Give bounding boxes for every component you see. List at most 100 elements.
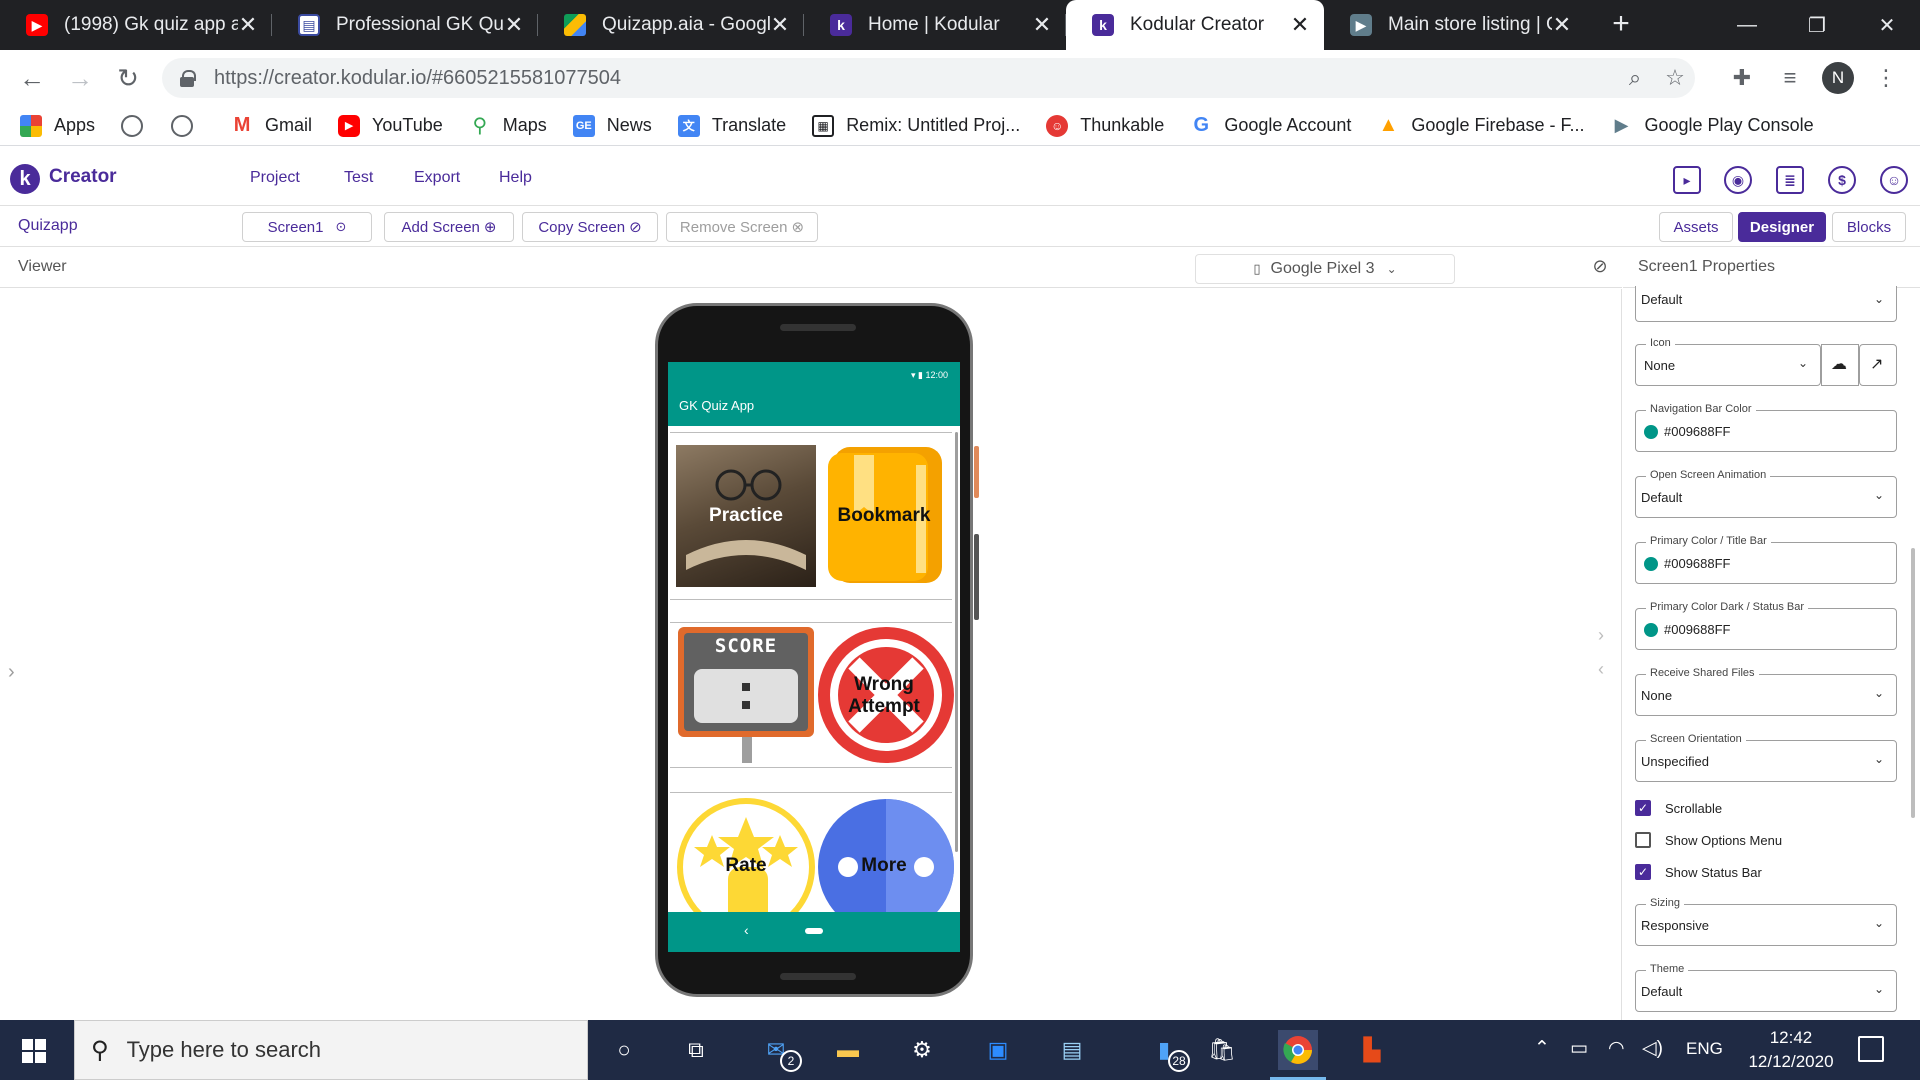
file-explorer-icon[interactable]: ▬ [828, 1030, 868, 1070]
visibility-off-icon[interactable]: ⊘ [1588, 256, 1612, 280]
theme-dropdown[interactable]: Theme Default ⌄ [1635, 963, 1897, 1012]
screen-selector[interactable]: Screen1 ⊙ [242, 212, 372, 242]
navigation-bar-color-field[interactable]: Navigation Bar Color #009688FF [1635, 403, 1897, 452]
upload-icon-button[interactable]: ☁ [1821, 344, 1859, 386]
address-bar[interactable]: https://creator.kodular.io/#660521558107… [162, 58, 1695, 98]
settings-gear-icon[interactable]: ⚙ [902, 1030, 942, 1070]
blocks-button[interactable]: Blocks [1832, 212, 1906, 242]
more-menu-icon[interactable]: ⋮ [1870, 62, 1902, 94]
minimize-button[interactable]: — [1712, 0, 1782, 50]
browser-tab-active[interactable]: k Kodular Creator ✕ [1066, 0, 1324, 50]
back-icon[interactable]: ‹ [744, 922, 749, 938]
primary-color-field[interactable]: Primary Color / Title Bar #009688FF [1635, 535, 1897, 584]
close-window-button[interactable]: ✕ [1852, 0, 1920, 50]
tray-overflow-icon[interactable]: ⌃ [1534, 1037, 1550, 1060]
battery-icon[interactable]: ▭ [1570, 1037, 1588, 1060]
chevron-left-icon[interactable]: ‹ [1598, 659, 1604, 680]
folder-icon[interactable]: ▸ [1673, 166, 1701, 194]
control-panel-icon[interactable]: ▤ [1052, 1030, 1092, 1070]
bookmark-play-console[interactable]: ▶ Google Play Console [1610, 115, 1814, 137]
wifi-icon[interactable]: ◠ [1608, 1037, 1625, 1060]
menu-project[interactable]: Project [250, 169, 300, 187]
show-status-bar-checkbox[interactable]: ✓ Show Status Bar [1635, 864, 1762, 880]
zoom-icon[interactable]: ⌕ [1615, 65, 1655, 91]
bookmark-translate[interactable]: 文 Translate [677, 114, 786, 137]
taskbar-clock[interactable]: 12:42 12/12/2020 [1736, 1026, 1846, 1074]
wrong-attempt-button[interactable]: Wrong Attempt [814, 625, 954, 767]
show-options-menu-checkbox[interactable]: Show Options Menu [1635, 832, 1782, 848]
close-tab-icon[interactable]: ✕ [504, 12, 524, 38]
bookmark-youtube[interactable]: ▶ YouTube [338, 114, 443, 137]
mail-icon[interactable]: ✉ 2 [756, 1030, 802, 1072]
screen-orientation-dropdown[interactable]: Screen Orientation Unspecified ⌄ [1635, 733, 1897, 782]
menu-help[interactable]: Help [499, 169, 532, 187]
add-screen-button[interactable]: Add Screen ⊕ [384, 212, 514, 242]
home-pill-icon[interactable] [805, 928, 823, 934]
media-queue-icon[interactable]: ≡ [1774, 62, 1806, 94]
rate-button[interactable]: Rate [676, 795, 816, 912]
bookmark-thunkable[interactable]: ☺ Thunkable [1046, 114, 1164, 137]
app-scrollbar[interactable] [955, 432, 958, 852]
profile-avatar[interactable]: N [1822, 62, 1854, 94]
scrollable-checkbox[interactable]: ✓ Scrollable [1635, 800, 1722, 816]
open-screen-animation-dropdown[interactable]: Open Screen Animation Default ⌄ [1635, 469, 1897, 518]
device-selector[interactable]: ▯ Google Pixel 3 ⌄ [1195, 254, 1455, 284]
bookmark-firebase[interactable]: ▲ Google Firebase - F... [1377, 114, 1585, 137]
dollar-icon[interactable]: $ [1828, 166, 1856, 194]
reload-icon[interactable]: ↻ [110, 60, 146, 96]
properties-scrollbar[interactable] [1911, 548, 1915, 818]
bookmark-apps[interactable]: Apps [20, 114, 95, 137]
office-icon[interactable]: ▙ [1352, 1030, 1392, 1070]
menu-export[interactable]: Export [414, 169, 460, 187]
close-tab-icon[interactable]: ✕ [238, 12, 258, 38]
close-tab-icon[interactable]: ✕ [1552, 12, 1572, 38]
bookmark-globe[interactable] [121, 114, 155, 137]
bookmark-maps[interactable]: ⚲ Maps [469, 115, 546, 137]
back-arrow-icon[interactable]: ← [14, 60, 50, 96]
windows-start-icon[interactable] [22, 1039, 46, 1063]
bookmark-button[interactable]: Bookmark [814, 445, 954, 587]
more-button[interactable]: More [814, 795, 954, 912]
browser-tab[interactable]: ▤ Professional GK Quiz ✕ [272, 0, 538, 50]
bookmark-remix[interactable]: ▦ Remix: Untitled Proj... [812, 114, 1020, 137]
new-tab-button[interactable]: + [1603, 6, 1639, 42]
bookmark-google-account[interactable]: G Google Account [1190, 114, 1352, 137]
language-indicator[interactable]: ENG [1686, 1039, 1723, 1059]
primary-color-dark-field[interactable]: Primary Color Dark / Status Bar #009688F… [1635, 601, 1897, 650]
bookmark-star-icon[interactable]: ☆ [1655, 65, 1695, 91]
zoom-app-icon[interactable]: ▣ [978, 1030, 1018, 1070]
taskbar-search-box[interactable]: ⚲ Type here to search [74, 1020, 588, 1080]
close-tab-icon[interactable]: ✕ [1032, 12, 1052, 38]
browser-tab[interactable]: ▶ (1998) Gk quiz app and ✕ [0, 0, 272, 50]
volume-icon[interactable]: ◁) [1642, 1037, 1663, 1060]
menu-test[interactable]: Test [344, 169, 373, 187]
browser-tab[interactable]: k Home | Kodular ✕ [804, 0, 1066, 50]
palette-icon[interactable]: ◉ [1724, 166, 1752, 194]
sizing-dropdown[interactable]: Sizing Responsive ⌄ [1635, 897, 1897, 946]
chevron-right-icon[interactable]: › [8, 661, 15, 684]
forward-arrow-icon[interactable]: → [62, 60, 98, 96]
bookmark-gmail[interactable]: M Gmail [231, 114, 312, 137]
designer-button[interactable]: Designer [1738, 212, 1826, 242]
library-icon[interactable]: ≣ [1776, 166, 1804, 194]
bookmark-globe[interactable] [171, 114, 205, 137]
icon-dropdown[interactable]: Icon None ⌄ [1635, 337, 1821, 386]
receive-shared-files-dropdown[interactable]: Receive Shared Files None ⌄ [1635, 667, 1897, 716]
browser-tab[interactable]: Quizapp.aia - Google ✕ [538, 0, 804, 50]
task-view-icon[interactable]: ⧉ [676, 1030, 716, 1070]
theme-default-dropdown[interactable]: Default ⌄ [1635, 286, 1897, 322]
remove-screen-button[interactable]: Remove Screen ⊗ [666, 212, 818, 242]
restore-button[interactable]: ❐ [1782, 0, 1852, 50]
extensions-puzzle-icon[interactable]: ✚ [1726, 62, 1758, 94]
practice-button[interactable]: Practice [676, 445, 816, 587]
chrome-icon[interactable] [1270, 1030, 1326, 1080]
score-button[interactable]: SCORE [676, 625, 816, 767]
notification-center-icon[interactable] [1858, 1036, 1884, 1062]
cortana-icon[interactable]: ○ [604, 1030, 644, 1070]
close-tab-icon[interactable]: ✕ [770, 12, 790, 38]
open-external-button[interactable]: ↗ [1859, 344, 1897, 386]
account-icon[interactable]: ☺ [1880, 166, 1908, 194]
url-text[interactable]: https://creator.kodular.io/#660521558107… [214, 67, 1615, 90]
assets-button[interactable]: Assets [1659, 212, 1733, 242]
calendar-icon[interactable]: ▮ 28 [1144, 1030, 1190, 1072]
